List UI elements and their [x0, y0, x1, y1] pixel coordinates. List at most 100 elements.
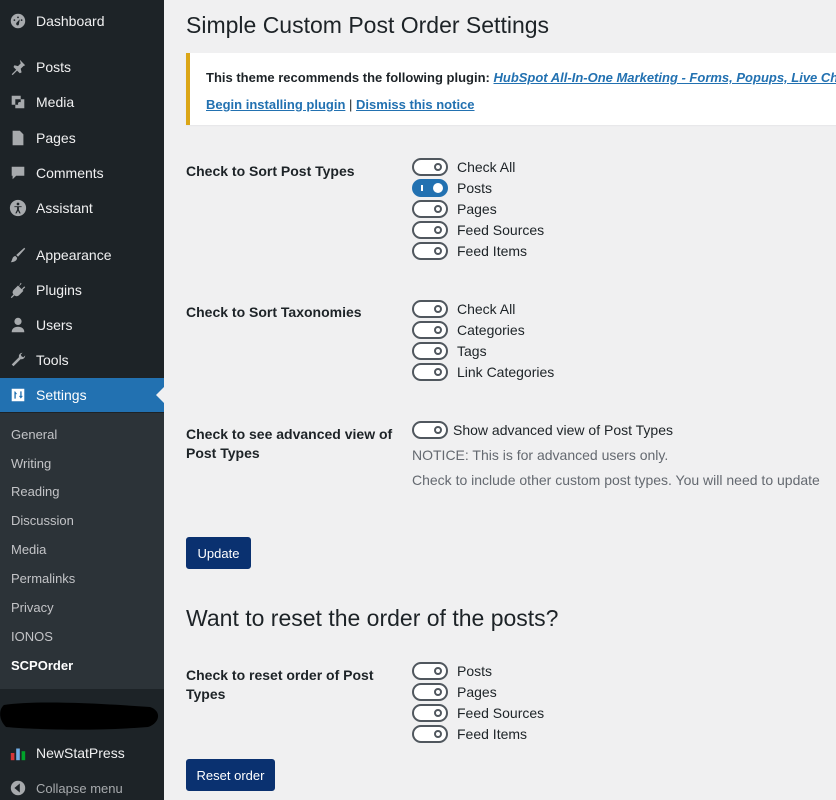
notice-separator: |	[349, 97, 353, 112]
begin-installing-link[interactable]: Begin installing plugin	[206, 97, 345, 112]
submenu-item-scporder[interactable]: SCPOrder	[11, 658, 73, 673]
toggle-switch[interactable]	[412, 242, 448, 260]
toggle-switch[interactable]	[412, 221, 448, 239]
taxonomies-tags[interactable]: Tags	[412, 341, 487, 361]
taxonomies-check-all[interactable]: Check All	[412, 299, 515, 319]
option-label: Posts	[457, 663, 493, 679]
reset-label-line1: Check to reset order of Post	[186, 667, 374, 683]
reset-heading: Want to reset the order of the posts?	[186, 605, 559, 631]
collapse-menu-button[interactable]: Collapse menu	[0, 771, 164, 800]
plug-icon	[8, 280, 28, 300]
toggle-switch[interactable]	[412, 421, 448, 439]
toggle-switch[interactable]	[412, 363, 448, 381]
toggle-switch-on[interactable]	[412, 179, 448, 197]
menu-item-settings[interactable]: Settings	[0, 378, 164, 412]
option-label: Tags	[457, 343, 487, 359]
option-label: Link Categories	[457, 364, 555, 380]
reset-posts[interactable]: Posts	[412, 661, 492, 681]
submenu-item-discussion[interactable]: Discussion	[11, 513, 74, 528]
toggle-switch[interactable]	[412, 683, 448, 701]
menu-item-comments[interactable]: Comments	[0, 156, 164, 190]
taxonomies-link-categories[interactable]: Link Categories	[412, 362, 554, 382]
post-types-check-all[interactable]: Check All	[412, 157, 515, 177]
submenu-item-media[interactable]: Media	[11, 542, 46, 557]
option-label: Pages	[457, 201, 497, 217]
advanced-view-toggle[interactable]: Show advanced view of Post Types	[412, 420, 673, 440]
toggle-switch[interactable]	[412, 662, 448, 680]
option-label: Check All	[457, 301, 516, 317]
submenu-item-writing[interactable]: Writing	[11, 456, 51, 471]
menu-label: Tools	[36, 352, 69, 368]
menu-label: Assistant	[36, 200, 93, 216]
submenu-item-general[interactable]: General	[11, 427, 57, 442]
admin-sidebar: Dashboard Posts Media Pages Comments Ass…	[0, 0, 164, 800]
menu-label: Settings	[36, 387, 87, 403]
menu-item-pages[interactable]: Pages	[0, 121, 164, 155]
menu-label: Pages	[36, 130, 76, 146]
post-types-pages[interactable]: Pages	[412, 199, 497, 219]
redacted-menu-item	[0, 699, 164, 733]
dismiss-notice-link[interactable]: Dismiss this notice	[356, 97, 474, 112]
option-label: Feed Sources	[457, 222, 545, 238]
submenu-item-ionos[interactable]: IONOS	[11, 629, 53, 644]
option-label: Categories	[457, 322, 525, 338]
toggle-switch[interactable]	[412, 321, 448, 339]
menu-label: Media	[36, 94, 75, 110]
reset-pages[interactable]: Pages	[412, 682, 497, 702]
post-types-feed-items[interactable]: Feed Items	[412, 241, 527, 261]
sort-post-types-label: Check to Sort Post Types	[186, 163, 355, 179]
menu-item-assistant[interactable]: Assistant	[0, 191, 164, 225]
reset-order-button[interactable]: Reset order	[186, 759, 275, 791]
menu-item-plugins[interactable]: Plugins	[0, 273, 164, 307]
advanced-label-line2: Post Types	[186, 445, 260, 461]
submenu-item-privacy[interactable]: Privacy	[11, 600, 54, 615]
post-types-feed-sources[interactable]: Feed Sources	[412, 220, 544, 240]
toggle-switch[interactable]	[412, 342, 448, 360]
menu-label: Comments	[36, 165, 104, 181]
collapse-arrow-icon	[8, 778, 28, 798]
plugin-recommendation-notice: This theme recommends the following plug…	[186, 53, 836, 125]
menu-item-users[interactable]: Users	[0, 308, 164, 342]
toggle-switch[interactable]	[412, 300, 448, 318]
toggle-switch[interactable]	[412, 200, 448, 218]
toggle-switch[interactable]	[412, 704, 448, 722]
brush-icon	[8, 245, 28, 265]
menu-item-dashboard[interactable]: Dashboard	[0, 4, 164, 38]
active-menu-arrow	[156, 387, 164, 403]
menu-item-posts[interactable]: Posts	[0, 50, 164, 84]
menu-item-tools[interactable]: Tools	[0, 343, 164, 377]
accessibility-icon	[8, 198, 28, 218]
page-title: Simple Custom Post Order Settings	[186, 12, 550, 38]
menu-label: Collapse menu	[36, 780, 123, 796]
reset-feed-sources[interactable]: Feed Sources	[412, 703, 544, 723]
user-icon	[8, 315, 28, 335]
menu-item-newstatpress[interactable]: NewStatPress	[0, 736, 164, 770]
sort-taxonomies-label: Check to Sort Taxonomies	[186, 304, 362, 320]
menu-label: Users	[36, 317, 73, 333]
taxonomies-categories[interactable]: Categories	[412, 320, 525, 340]
hubspot-plugin-link[interactable]: HubSpot All-In-One Marketing - Forms, Po…	[493, 70, 836, 85]
reset-order-label: Check to reset order of Post Types	[186, 666, 374, 704]
submenu-item-reading[interactable]: Reading	[11, 484, 59, 499]
menu-label: Appearance	[36, 247, 112, 263]
post-types-posts[interactable]: Posts	[412, 178, 492, 198]
dashboard-icon	[8, 11, 28, 31]
menu-item-appearance[interactable]: Appearance	[0, 238, 164, 272]
reset-feed-items[interactable]: Feed Items	[412, 724, 527, 744]
notice-message: This theme recommends the following plug…	[206, 70, 836, 85]
option-label: Pages	[457, 684, 497, 700]
option-label: Show advanced view of Post Types	[453, 422, 673, 438]
bar-chart-icon	[8, 743, 28, 763]
menu-item-media[interactable]: Media	[0, 85, 164, 119]
advanced-view-label: Check to see advanced view of Post Types	[186, 425, 392, 463]
wrench-icon	[8, 350, 28, 370]
pin-icon	[8, 57, 28, 77]
update-button[interactable]: Update	[186, 537, 251, 569]
advanced-description: Check to include other custom post types…	[412, 472, 820, 488]
settings-submenu: General Writing Reading Discussion Media…	[0, 413, 164, 689]
toggle-switch[interactable]	[412, 158, 448, 176]
toggle-switch[interactable]	[412, 725, 448, 743]
submenu-item-permalinks[interactable]: Permalinks	[11, 571, 75, 586]
notice-text: This theme recommends the following plug…	[206, 70, 490, 85]
notice-actions: Begin installing plugin | Dismiss this n…	[206, 97, 475, 112]
